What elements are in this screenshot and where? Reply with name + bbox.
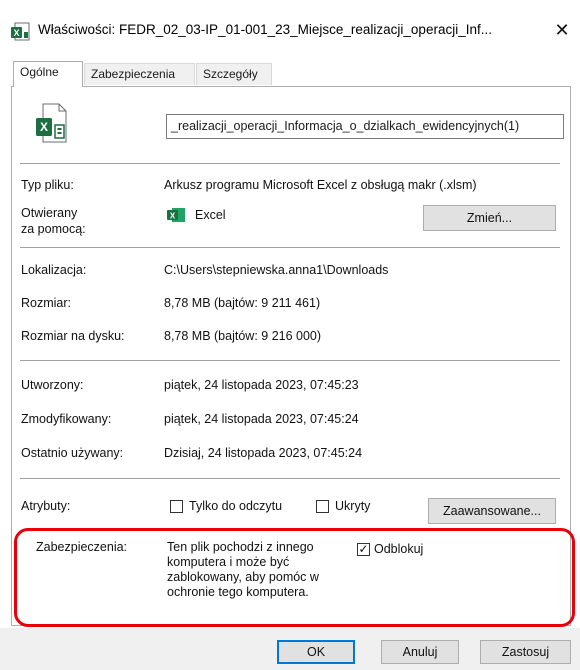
size-value: 8,78 MB (bajtów: 9 211 461)	[164, 296, 321, 310]
ok-button[interactable]: OK	[277, 640, 355, 664]
change-button[interactable]: Zmień...	[423, 205, 556, 231]
readonly-label: Tylko do odczytu	[189, 499, 283, 513]
hidden-checkbox[interactable]	[316, 500, 329, 513]
tab-details[interactable]: Szczegóły	[196, 63, 272, 85]
attributes-label: Atrybuty:	[21, 499, 71, 513]
divider	[20, 478, 560, 479]
accessed-value: Dzisiaj, 24 listopada 2023, 07:45:24	[164, 446, 363, 460]
security-label: Zabezpieczenia:	[36, 540, 128, 554]
file-name-input[interactable]: _realizacji_operacji_Informacja_o_dzialk…	[166, 114, 564, 139]
unblock-checkbox[interactable]: ✓	[357, 543, 370, 556]
excel-file-icon: X	[10, 22, 32, 42]
modified-value: piątek, 24 listopada 2023, 07:45:24	[164, 412, 359, 426]
excel-macro-file-icon: X	[35, 103, 67, 143]
readonly-checkbox[interactable]	[170, 500, 183, 513]
svg-text:X: X	[170, 212, 176, 221]
opens-with-app: Excel	[195, 208, 226, 222]
svg-text:X: X	[40, 120, 48, 134]
created-value: piątek, 24 listopada 2023, 07:45:23	[164, 378, 359, 392]
opens-with-label-line2: za pomocą:	[21, 222, 86, 236]
apply-button[interactable]: Zastosuj	[480, 640, 571, 664]
cancel-button[interactable]: Anuluj	[381, 640, 459, 664]
size-on-disk-value: 8,78 MB (bajtów: 9 216 000)	[164, 329, 322, 343]
svg-text:X: X	[13, 28, 19, 38]
divider	[20, 163, 560, 164]
tab-security[interactable]: Zabezpieczenia	[84, 63, 195, 85]
security-text-line3: zablokowany, aby pomóc w	[167, 570, 319, 584]
excel-app-icon: X	[166, 207, 186, 223]
security-text-line2: komputera i może być	[167, 555, 290, 569]
unblock-label: Odblokuj	[374, 542, 424, 556]
divider	[20, 360, 560, 361]
advanced-button[interactable]: Zaawansowane...	[428, 498, 556, 524]
file-type-value: Arkusz programu Microsoft Excel z obsług…	[164, 178, 477, 192]
security-text-line4: ochronie tego komputera.	[167, 585, 309, 599]
window-title: Właściwości: FEDR_02_03-IP_01-001_23_Mie…	[38, 22, 492, 37]
location-label: Lokalizacja:	[21, 263, 87, 277]
close-button[interactable]: ✕	[548, 16, 576, 44]
created-label: Utworzony:	[21, 378, 84, 392]
location-value: C:\Users\stepniewska.anna1\Downloads	[164, 263, 389, 277]
size-label: Rozmiar:	[21, 296, 72, 310]
accessed-label: Ostatnio używany:	[21, 446, 124, 460]
opens-with-label-line1: Otwierany	[21, 206, 78, 220]
size-on-disk-label: Rozmiar na dysku:	[21, 329, 125, 343]
file-type-label: Typ pliku:	[21, 178, 74, 192]
tab-general[interactable]: Ogólne	[13, 61, 83, 87]
modified-label: Zmodyfikowany:	[21, 412, 112, 426]
divider	[20, 247, 560, 248]
hidden-label: Ukryty	[335, 499, 371, 513]
security-text-line1: Ten plik pochodzi z innego	[167, 540, 314, 554]
